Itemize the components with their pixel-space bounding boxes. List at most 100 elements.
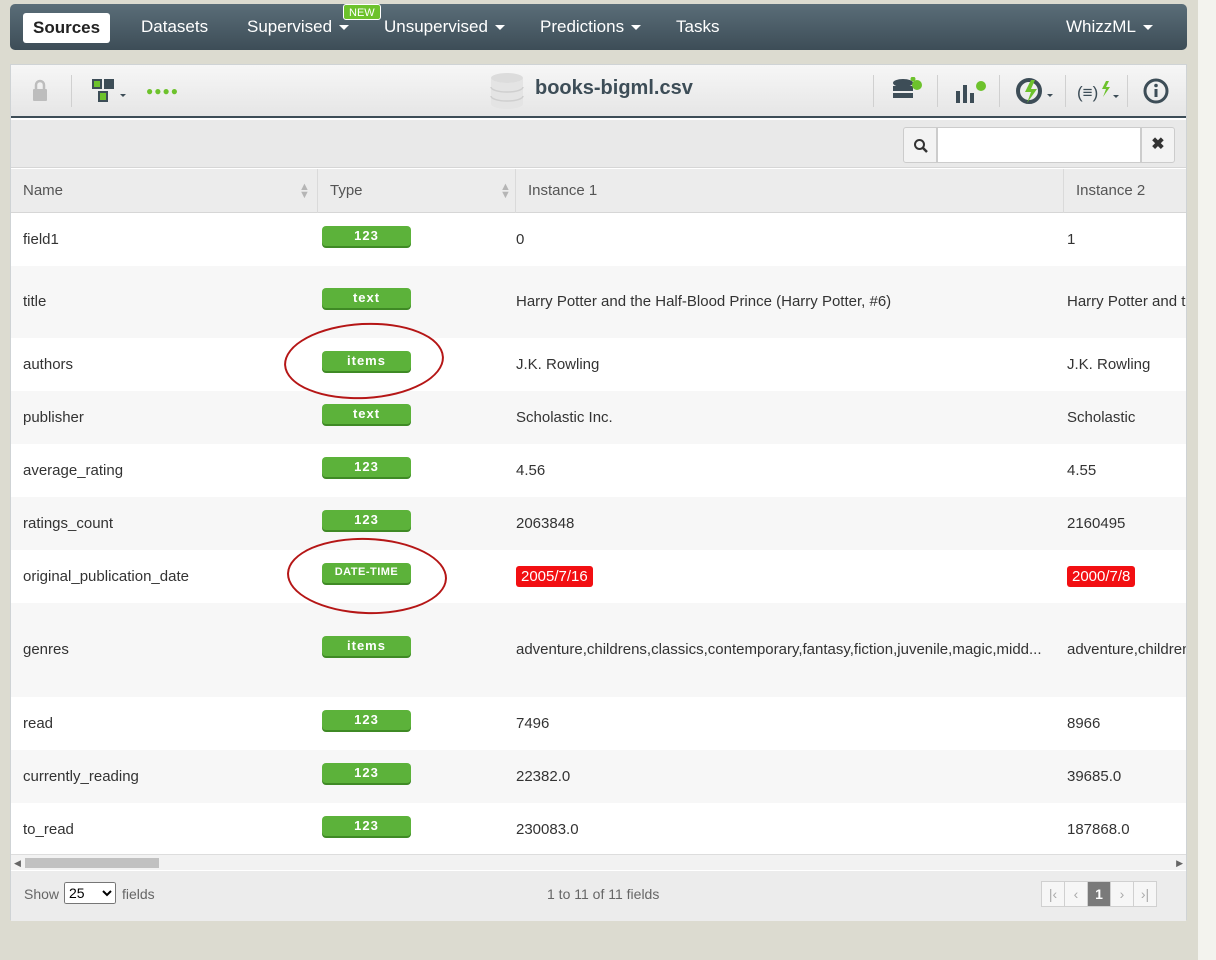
field-type-badge[interactable]: 123 [322,710,411,730]
source-panel: ●●●● books-bigml.csv (≡) ✖ Name ▲ ▼ Type… [10,64,1187,921]
lock-icon[interactable] [31,79,49,103]
nav-unsupervised[interactable]: Unsupervised [384,4,505,50]
column-header-type[interactable]: Type ▲ ▼ [318,169,516,213]
instance-2-value: 1 [1067,231,1076,248]
nav-datasets[interactable]: Datasets [141,4,208,50]
last-page-button[interactable]: ›| [1133,881,1157,907]
table-row[interactable]: original_publication_date DATE-TIME 2005/7… [11,550,1186,603]
table-row[interactable]: genres items adventure,childrens,classics,… [11,603,1186,697]
nav-sources[interactable]: Sources [23,13,111,43]
nav-unsupervised-label: Unsupervised [384,17,488,36]
nav-supervised-label: Supervised [247,17,333,36]
page-size-select[interactable]: 25 [64,882,116,904]
field-type-badge[interactable]: items [322,351,411,371]
prev-page-button[interactable]: ‹ [1064,881,1088,907]
table-row[interactable]: ratings_count 123 2063848 2160495 [11,497,1186,550]
pagination: |‹ ‹ 1 › ›| [1041,881,1157,907]
field-name: currently_reading [23,768,139,785]
svg-text:(≡): (≡) [1077,83,1098,102]
table-row[interactable]: title text Harry Potter and the Half-Blood… [11,266,1186,338]
nav-tasks[interactable]: Tasks [676,4,719,50]
top-nav: Sources Datasets Supervised NEW Unsuperv… [10,4,1187,50]
table-row[interactable]: read 123 7496 8966 [11,697,1186,750]
table-row[interactable]: authors items J.K. Rowling J.K. Rowling [11,338,1186,391]
field-type-badge[interactable]: 123 [322,457,411,477]
script-icon[interactable]: (≡) [1075,78,1121,104]
chevron-down-icon [1142,25,1153,31]
scrollbar-thumb[interactable] [25,858,159,868]
status-dots: ●●●● [146,84,179,98]
instance-1-value: adventure,childrens,classics,contemporar… [516,641,1042,658]
chevron-down-icon [339,25,350,31]
table-row[interactable]: publisher text Scholastic Inc. Scholastic [11,391,1186,444]
one-click-icon[interactable] [1015,77,1057,105]
field-type-badge[interactable]: text [322,288,411,308]
field-types-icon[interactable] [91,78,131,104]
source-title: books-bigml.csv [535,77,693,99]
column-header-instance-2: Instance 2 [1064,169,1188,213]
field-name: authors [23,356,74,373]
sort-icon[interactable]: ▲ ▼ [299,182,310,201]
table-footer: Show 25 fields 1 to 11 of 11 fields |‹ ‹… [11,871,1186,921]
field-type-badge[interactable]: 123 [322,763,411,783]
field-name: title [23,293,47,310]
field-type-badge[interactable]: 123 [322,226,411,246]
nav-predictions[interactable]: Predictions [540,4,642,50]
field-type-badge[interactable]: 123 [322,816,411,836]
fields-label: fields [122,886,155,902]
new-badge: NEW [343,4,381,20]
chart-config-icon[interactable] [955,77,989,105]
nav-whizzml[interactable]: WhizzML [1066,4,1153,50]
instance-1-value: 0 [516,231,525,248]
column-label: Instance 1 [528,182,598,199]
source-toolbar: ●●●● books-bigml.csv (≡) [11,65,1186,118]
field-name: to_read [23,821,74,838]
clear-search-button[interactable]: ✖ [1141,127,1175,163]
current-page[interactable]: 1 [1087,881,1111,907]
nav-supervised[interactable]: Supervised [247,4,350,50]
scroll-right-icon[interactable]: ▶ [1176,858,1183,869]
instance-2-value: Scholastic [1067,409,1136,426]
instance-2-value: 2160495 [1067,515,1126,532]
field-type-badge[interactable]: items [322,636,411,656]
field-name: read [23,715,54,732]
create-dataset-icon[interactable] [891,77,925,105]
instance-1-value: 230083.0 [516,821,579,838]
horizontal-scrollbar[interactable]: ◀ ▶ [11,854,1186,870]
scroll-left-icon[interactable]: ◀ [14,858,21,869]
field-type-badge[interactable]: DATE-TIME [322,563,411,583]
instance-1-value: 7496 [516,715,550,732]
instance-2-value: 39685.0 [1067,768,1122,785]
nav-whizzml-label: WhizzML [1066,17,1136,36]
instance-2-value: 2000/7/8 [1067,566,1186,587]
instance-1-value: Scholastic Inc. [516,409,613,426]
info-icon[interactable] [1143,78,1169,104]
next-page-button[interactable]: › [1110,881,1134,907]
search-input[interactable] [937,127,1141,163]
invalid-date-value: 2000/7/8 [1067,566,1136,587]
pagination-count: 1 to 11 of 11 fields [547,886,660,902]
column-label: Instance 2 [1076,182,1146,199]
instance-1-value: 22382.0 [516,768,571,785]
field-type-badge[interactable]: text [322,404,411,424]
instance-1-value: 2063848 [516,515,575,532]
nav-datasets-label: Datasets [141,17,209,36]
table-row[interactable]: currently_reading 123 22382.0 39685.0 [11,750,1186,803]
instance-2-value: J.K. Rowling [1067,356,1151,373]
table-row[interactable]: average_rating 123 4.56 4.55 [11,444,1186,497]
instance-2-value: 8966 [1067,715,1101,732]
instance-1-value: J.K. Rowling [516,356,600,373]
chevron-down-icon [494,25,505,31]
field-type-badge[interactable]: 123 [322,510,411,530]
invalid-date-value: 2005/7/16 [516,566,593,587]
first-page-button[interactable]: |‹ [1041,881,1065,907]
field-name: ratings_count [23,515,114,532]
field-name: field1 [23,231,59,248]
sort-icon[interactable]: ▲ ▼ [500,182,511,201]
search-button[interactable] [903,127,937,163]
instance-2-value: Harry Potter and th [1067,293,1186,310]
table-row[interactable]: field1 123 0 1 [11,213,1186,266]
table-header: Name ▲ ▼ Type ▲ ▼ Instance 1 Instance 2 [11,169,1186,213]
column-header-name[interactable]: Name ▲ ▼ [11,169,318,213]
table-row[interactable]: to_read 123 230083.0 187868.0 [11,803,1186,853]
